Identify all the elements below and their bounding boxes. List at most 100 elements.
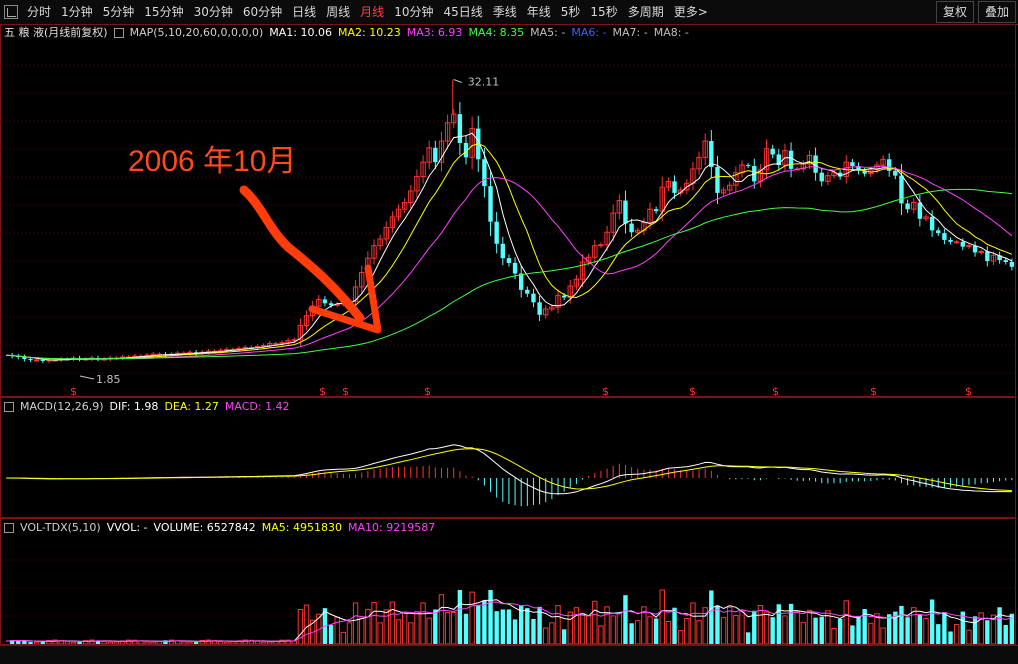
candle-down [985,251,990,262]
volume-bar-up [101,640,107,645]
high-price-pointer [453,79,462,83]
volume-bar-up [543,627,549,645]
volume-bar-up [647,616,653,645]
macd-value: MACD: 1.42 [224,400,290,413]
volume-bar-down [887,614,892,644]
candle-down [715,166,720,193]
volume-bar-down [623,595,628,644]
volume-bar-down [629,623,634,644]
ma-line-4 [5,188,1012,360]
volume-bar-up [451,611,457,645]
candle-down [850,162,855,166]
vol-name[interactable]: VOL-TDX(5,10) [20,521,101,534]
candle-down [482,159,487,187]
macd-name[interactable]: MACD(12,26,9) [20,400,104,413]
indicator-square-icon[interactable] [4,523,14,533]
volume-bar-down [488,590,493,644]
volume-bar-up [635,620,641,645]
annotation-arrow [239,185,365,323]
candle-down [488,186,493,222]
volume-bar-down [856,615,861,644]
volume-bar-up [966,629,972,645]
candle-up [966,245,972,248]
candle-up [242,346,248,349]
volume-bar-up [880,627,886,645]
ma-value-7: MA7: - [612,26,648,39]
volume-bar-up [868,622,874,645]
volume-bar-up [592,600,598,645]
ma-value-2: MA2: 10.23 [338,26,401,39]
volume-bar-up [181,641,187,645]
dividend-marker: $ [689,385,696,398]
volume-bar-down [837,618,843,644]
candle-up [598,244,604,247]
candle-down [28,358,33,360]
volume-bar-up [352,602,359,645]
map-indicator[interactable]: MAP(5,10,20,60,0,0,0,0) [130,26,264,39]
volume-bar-up [720,617,727,645]
volume-bar-up [138,640,144,645]
volume-bar-up [579,612,586,645]
volume-bar-up [444,611,451,645]
volume-bar-down [193,641,199,644]
volume-bar-down [850,625,855,644]
volume-bar-up [616,612,623,645]
volume-bar-up [806,609,813,645]
volume-bar-down [494,611,499,644]
vol-info-line: VOL-TDX(5,10) VVOL: - VOLUME: 6527842 MA5: … [4,520,441,536]
volume-bar-up [727,606,733,645]
candle-down [948,239,953,242]
volume-bar-up [371,602,377,645]
volume-bar-up [757,605,764,645]
volume-bar-up [420,602,426,645]
ma-value-6: MA6: - [571,26,607,39]
volume-bar-down [948,631,953,644]
volume-bar-down [770,617,775,644]
volume-bar-up [573,607,580,645]
volume-bar-up [665,621,672,645]
volume-bar-up [187,641,193,645]
volume-bar-down [905,617,910,644]
candle-down [537,302,542,315]
volume-bar-up [383,609,389,645]
volume-bar-down [506,609,512,644]
dividend-marker: $ [870,385,877,398]
dividend-marker: $ [70,385,77,398]
candle-up [33,359,40,362]
volume-bar-up [230,641,236,645]
volume-bar-up [408,622,414,645]
volume-bar-up [911,607,917,645]
indicator-square-icon[interactable] [113,28,124,38]
vol-vvol: VVOL: - [106,521,148,534]
ma-value-5: MA5: - [530,26,566,39]
volume-bar-down [715,605,720,644]
candle-down [623,200,628,224]
volume-bar-up [377,622,383,645]
volume-bar-down [512,619,518,644]
volume-bar-down [672,607,677,644]
volume-bar-up [696,620,702,645]
macd-dif: DIF: 1.98 [109,400,159,413]
candle-up [978,250,984,253]
volume-bar-down [899,605,904,644]
stock-name: 五 粮 液(月线前复权) [4,26,108,39]
volume-bar-up [469,591,475,645]
candle-down [40,359,45,361]
candle-up [150,353,156,356]
volume-bar-down [457,590,463,644]
candle-down [905,203,910,210]
ma-value-3: MA3: 6.93 [406,26,463,39]
candle-down [457,114,463,143]
volume-bar-down [709,590,714,644]
candle-down [1003,260,1008,262]
volume-bar-up [217,641,224,645]
volume-bar-up [923,618,929,645]
volume-bar-up [782,615,788,645]
volume-bar-down [985,620,990,644]
volume-bar-down [28,641,33,644]
time-axis [0,645,1018,664]
candle-up [279,342,285,345]
candle-down [929,216,935,231]
indicator-square-icon[interactable] [4,402,14,412]
volume-bar-up [659,589,665,645]
